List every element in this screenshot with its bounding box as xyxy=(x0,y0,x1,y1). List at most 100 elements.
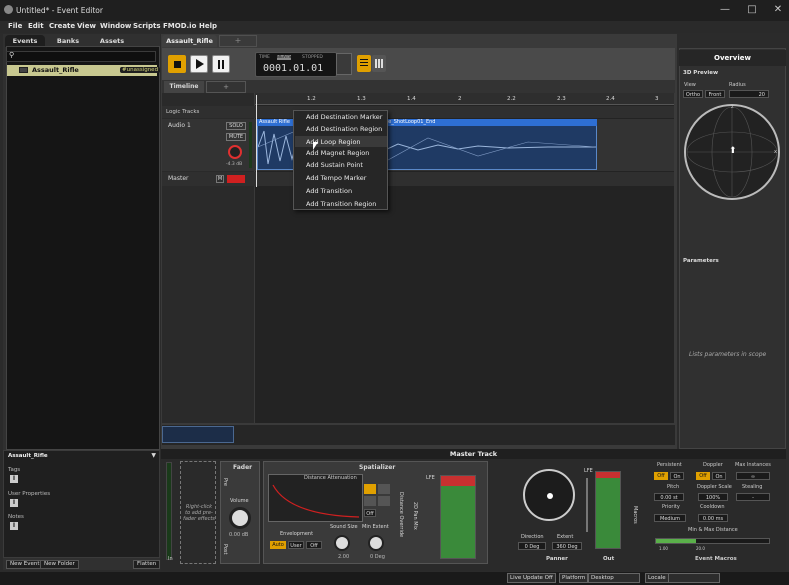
master-mute-button[interactable]: M xyxy=(216,175,224,183)
doppler-label: Doppler xyxy=(703,462,723,468)
min-extent-knob[interactable] xyxy=(368,535,384,551)
bars-icon xyxy=(375,59,377,68)
curve-type-button-3[interactable] xyxy=(364,496,376,506)
time-mode-label[interactable]: TIME xyxy=(259,55,270,60)
ortho-button[interactable]: Ortho xyxy=(683,90,703,98)
3d-preview-sphere[interactable]: ⬆ xyxy=(684,104,780,200)
doppler-off-button[interactable]: Off xyxy=(696,472,710,480)
minimize-button[interactable]: — xyxy=(718,4,732,15)
menu-help[interactable]: Help xyxy=(199,22,217,30)
lfe-slider[interactable] xyxy=(586,478,588,532)
pause-button[interactable] xyxy=(212,55,230,73)
mixer-view-button[interactable] xyxy=(372,55,386,72)
locale-label: Locale xyxy=(645,573,669,583)
master-volume-bar[interactable] xyxy=(227,175,245,183)
add-timeline-tab[interactable]: + xyxy=(206,81,246,93)
locale-select[interactable] xyxy=(668,573,720,583)
editor-tab[interactable]: Assault_Rifle xyxy=(162,35,217,47)
curve-type-button-1[interactable] xyxy=(364,484,376,494)
list-view-button[interactable] xyxy=(357,55,371,72)
notes-edit-icon[interactable]: I xyxy=(10,522,18,530)
distance-attenuation-graph[interactable]: Distance Attenuation xyxy=(268,474,363,522)
envelopment-off-button[interactable]: Off xyxy=(306,541,322,549)
envelopment-auto-button[interactable]: Auto xyxy=(270,541,286,549)
curve-off-button[interactable]: Off xyxy=(364,509,376,517)
out-meter xyxy=(595,471,621,549)
sound-size-knob[interactable] xyxy=(334,535,350,551)
cooldown-field[interactable]: 0.00 ms xyxy=(698,514,728,522)
menu-item-add-transition[interactable]: Add Transition xyxy=(306,187,352,195)
pre-fader-slot[interactable]: Right-click to add pre-fader effects xyxy=(180,461,216,564)
extent-field[interactable]: 360 Deg xyxy=(552,542,582,550)
menu-create[interactable]: Create xyxy=(49,22,75,30)
live-update-button[interactable]: Live Update Off xyxy=(507,573,556,583)
fader-module: Fader Pre Volume 0.00 dB Post xyxy=(220,461,260,564)
playhead[interactable] xyxy=(256,95,257,187)
timeline-scroll-thumb[interactable] xyxy=(162,426,234,443)
mute-button[interactable]: MUTE xyxy=(226,133,246,141)
tags-edit-icon[interactable]: I xyxy=(10,475,18,483)
curve-type-button-4[interactable] xyxy=(378,496,390,506)
platform-select[interactable]: Desktop xyxy=(588,573,640,583)
stopped-label: STOPPED xyxy=(302,55,323,60)
preview-header[interactable]: 3D Preview xyxy=(683,70,718,76)
chevron-down-icon[interactable]: ▼ xyxy=(151,452,156,459)
doppler-on-button[interactable]: On xyxy=(712,472,726,480)
timeline-ruler[interactable]: 1.2 1.3 1.4 2 2.2 2.3 2.4 3 xyxy=(255,93,674,105)
priority-field[interactable]: Medium xyxy=(654,514,686,522)
menu-window[interactable]: Window xyxy=(100,22,131,30)
envelopment-user-button[interactable]: User xyxy=(288,541,304,549)
search-input[interactable]: ⚲ xyxy=(6,51,156,62)
persistent-on-button[interactable]: On xyxy=(670,472,684,480)
menu-item-add-tempo-marker[interactable]: Add Tempo Marker xyxy=(306,174,366,182)
master-track-row[interactable]: Master M xyxy=(162,172,674,186)
user-props-edit-icon[interactable]: I xyxy=(10,499,18,507)
menu-fmodio[interactable]: FMOD.io xyxy=(163,22,196,30)
curve-type-button-2[interactable] xyxy=(378,484,390,494)
radius-field[interactable]: 20 xyxy=(729,90,769,98)
window-title: Untitled* - Event Editor xyxy=(16,6,103,15)
doppler-scale-field[interactable]: 100% xyxy=(698,493,728,501)
volume-knob[interactable] xyxy=(228,145,242,159)
max-instances-field[interactable]: ∞ xyxy=(736,472,770,480)
new-tab-button[interactable]: + xyxy=(219,35,257,47)
attenuation-curve xyxy=(272,484,360,518)
beats-mode-label[interactable]: BEATS xyxy=(277,55,292,60)
stealing-select[interactable]: - xyxy=(736,493,770,501)
time-display[interactable]: TIME BEATS STOPPED 0001.01.01 xyxy=(255,52,337,77)
stop-button[interactable] xyxy=(168,55,186,73)
new-event-button[interactable]: New Event xyxy=(6,560,44,569)
pitch-field[interactable]: 0.00 st xyxy=(654,493,684,501)
fader-volume-knob[interactable] xyxy=(229,507,251,529)
parameters-header[interactable]: Parameters xyxy=(683,258,719,264)
front-button[interactable]: Front xyxy=(705,90,725,98)
menu-item-add-destination-region[interactable]: Add Destination Region xyxy=(306,125,382,133)
menu-item-add-sustain-point[interactable]: Add Sustain Point xyxy=(306,161,363,169)
flatten-button[interactable]: Flatten xyxy=(133,560,161,569)
tags-label: Tags xyxy=(8,467,21,473)
menu-file[interactable]: File xyxy=(8,22,22,30)
menu-item-add-magnet-region[interactable]: Add Magnet Region xyxy=(306,149,369,157)
menu-bar: File Edit Create View Window Scripts FMO… xyxy=(0,21,789,33)
event-item[interactable]: Assault_Rifle #unassigned xyxy=(7,65,161,76)
maximize-button[interactable]: □ xyxy=(745,4,759,15)
close-button[interactable]: ✕ xyxy=(771,4,785,15)
direction-field[interactable]: 0 Deg xyxy=(518,542,546,550)
menu-scripts[interactable]: Scripts xyxy=(133,22,161,30)
menu-item-add-destination-marker[interactable]: Add Destination Marker xyxy=(306,113,382,121)
post-label: Post xyxy=(222,544,228,555)
persistent-off-button[interactable]: Off xyxy=(654,472,668,480)
menu-view[interactable]: View xyxy=(77,22,96,30)
panner-circle[interactable] xyxy=(523,469,575,521)
solo-button[interactable]: SOLO xyxy=(226,122,246,130)
menu-item-add-transition-region[interactable]: Add Transition Region xyxy=(306,200,376,208)
new-folder-button[interactable]: New Folder xyxy=(40,560,79,569)
play-button[interactable] xyxy=(190,55,208,73)
platform-label: Platform xyxy=(559,573,589,583)
timeline-tab[interactable]: Timeline xyxy=(164,81,204,93)
fader-volume-value: 0.00 dB xyxy=(229,532,249,538)
audio-track-name: Audio 1 xyxy=(168,122,191,129)
menu-edit[interactable]: Edit xyxy=(28,22,44,30)
minmax-distance-slider[interactable] xyxy=(655,538,770,544)
loop-toggle[interactable] xyxy=(336,53,352,75)
